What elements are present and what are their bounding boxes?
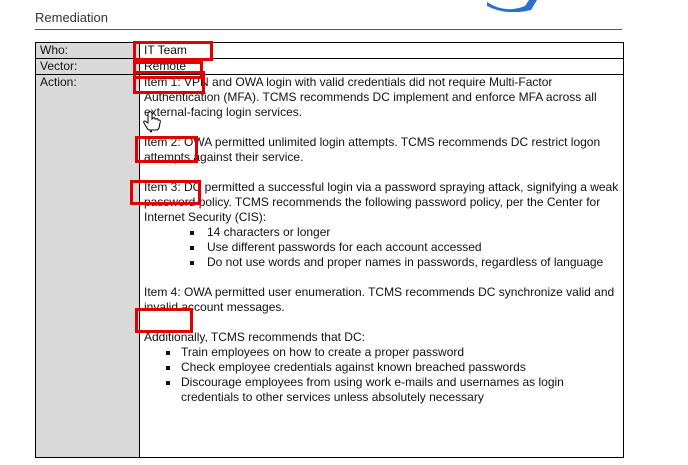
who-label: Who:	[36, 43, 140, 58]
table-row-action: Action: Item 1: VPN and OWA login with v…	[36, 75, 623, 457]
item-2-text: Item 2: OWA permitted unlimited login at…	[144, 135, 601, 164]
hand-pointer-icon	[143, 111, 161, 133]
table-row-who: Who: IT Team	[36, 43, 623, 59]
action-content: Item 1: VPN and OWA login with valid cre…	[140, 75, 623, 457]
action-label: Action:	[36, 75, 140, 457]
additional-bullet-list: Train employees on how to create a prope…	[144, 345, 619, 405]
item-4-text: Item 4: OWA permitted user enumeration. …	[144, 285, 615, 314]
list-item: Discourage employees from using work e-m…	[144, 375, 619, 405]
list-item: Use different passwords for each account…	[144, 240, 619, 255]
section-title: Remediation	[35, 10, 108, 25]
table-row-vector: Vector: Remote	[36, 59, 623, 75]
brand-logo-icon	[487, 0, 537, 12]
list-item: 14 characters or longer	[144, 225, 619, 240]
vector-label: Vector:	[36, 59, 140, 74]
item-3-bullet-list: 14 characters or longer Use different pa…	[144, 225, 619, 270]
list-item: Check employee credentials against known…	[144, 360, 619, 375]
item-1-text: Item 1: VPN and OWA login with valid cre…	[144, 75, 597, 119]
item-3-text: Item 3: DC permitted a successful login …	[144, 180, 619, 224]
list-item: Train employees on how to create a prope…	[144, 345, 619, 360]
remediation-table: Who: IT Team Vector: Remote Action: Item…	[35, 42, 624, 458]
who-value: IT Team	[144, 43, 187, 57]
vector-value: Remote	[144, 59, 187, 73]
list-item: Do not use words and proper names in pas…	[144, 255, 619, 270]
additional-intro: Additionally, TCMS recommends that DC:	[144, 330, 365, 344]
section-divider	[35, 29, 622, 30]
